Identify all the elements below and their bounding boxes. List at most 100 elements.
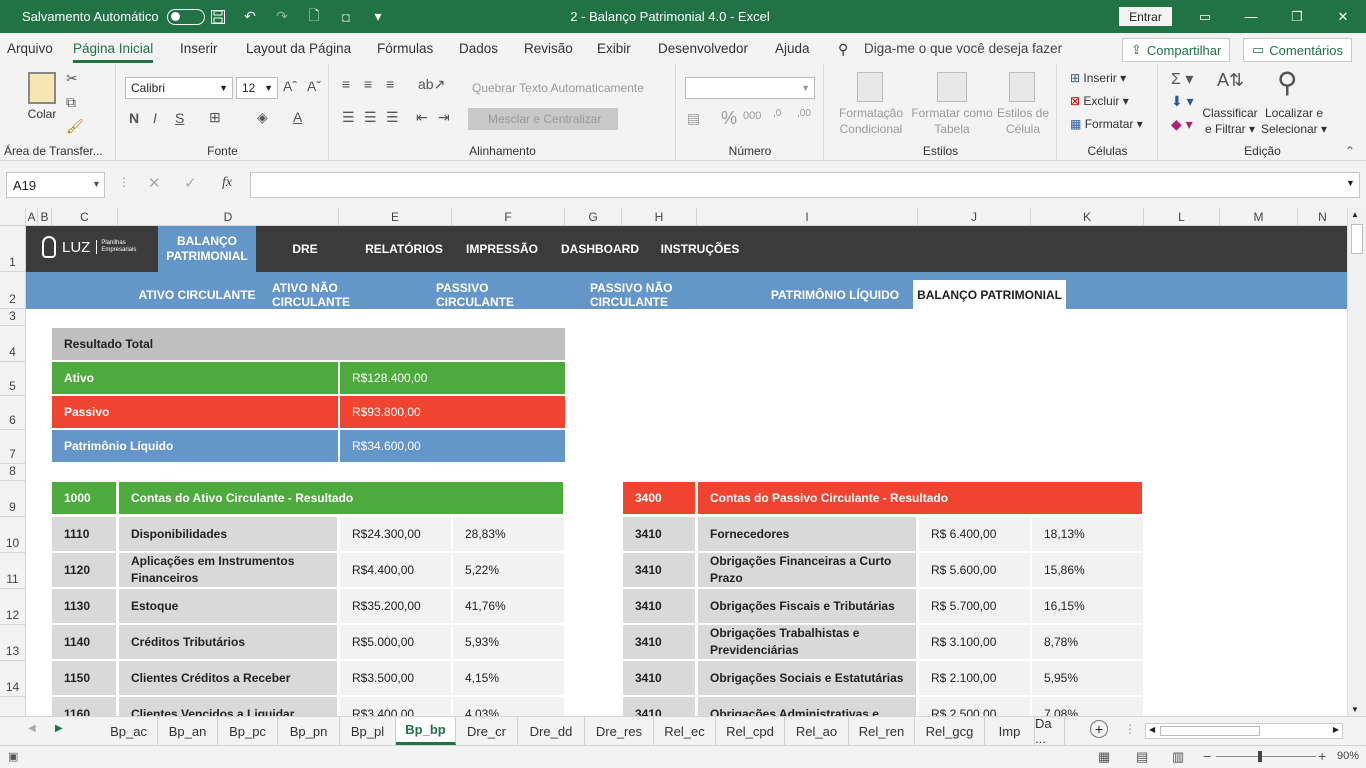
paste-button[interactable]: Colar [20, 106, 64, 122]
name-box-dropdown-icon[interactable]: ▼ [92, 179, 101, 189]
sheet-tab[interactable]: Bp_pl [340, 717, 396, 745]
delete-cells-button[interactable]: ⊠ Excluir ▾ [1070, 93, 1129, 109]
zoom-in-icon[interactable]: + [1318, 748, 1326, 764]
row-header[interactable]: 1 [0, 226, 26, 272]
align-right-icon[interactable]: ☰ [386, 109, 399, 126]
sort-filter-icon[interactable]: A⇅ [1217, 70, 1244, 91]
menu-revisao[interactable]: Revisão [524, 41, 573, 56]
paste-icon[interactable] [28, 72, 56, 104]
restore-icon[interactable]: ❐ [1274, 0, 1320, 33]
nav-impressao[interactable]: IMPRESSÃO [464, 226, 540, 272]
tab-scroll-left-icon[interactable]: ◀ [28, 723, 36, 734]
column-header[interactable]: J [918, 208, 1031, 226]
sheet-tab[interactable]: Rel_ao [785, 717, 849, 745]
decrease-decimal-icon[interactable]: ,00 [797, 108, 811, 119]
sort-filter-button[interactable]: Classificar e Filtrar ▾ [1199, 105, 1261, 137]
horizontal-scrollbar[interactable]: ◀ ▶ [1145, 723, 1343, 739]
sheet-tab[interactable]: Rel_ren [849, 717, 915, 745]
signin-button[interactable]: Entrar [1119, 7, 1172, 26]
align-middle-icon[interactable]: ≡ [364, 76, 372, 92]
subnav-passivo-circulante[interactable]: PASSIVO CIRCULANTE [436, 280, 568, 309]
percent-icon[interactable]: % [721, 108, 737, 129]
orientation-icon[interactable]: ab↗ [418, 76, 445, 93]
conditional-format-icon[interactable] [857, 72, 883, 102]
row-header[interactable]: 2 [0, 272, 26, 309]
normal-view-icon[interactable]: ▦ [1098, 749, 1110, 765]
subnav-patrimonio-liquido[interactable]: PATRIMÔNIO LÍQUIDO [768, 280, 902, 309]
subnav-ativo-nao-circulante[interactable]: ATIVO NÃO CIRCULANTE [272, 280, 418, 309]
row-header[interactable]: 5 [0, 362, 26, 396]
grow-font-icon[interactable]: Aˆ [283, 78, 297, 94]
row-header[interactable]: 8 [0, 464, 26, 481]
column-header[interactable]: N [1298, 208, 1347, 226]
menu-dados[interactable]: Dados [459, 41, 498, 56]
hscroll-thumb[interactable] [1160, 726, 1260, 736]
insert-function-icon[interactable]: fx [222, 175, 232, 191]
macro-record-icon[interactable]: ▣ [8, 750, 18, 763]
cut-icon[interactable]: ✂ [66, 70, 78, 87]
scroll-down-icon[interactable]: ▼ [1351, 705, 1359, 714]
menu-pagina-inicial[interactable]: Página Inicial [73, 41, 154, 63]
column-header[interactable]: D [118, 208, 339, 226]
font-color-icon[interactable]: A [293, 109, 302, 125]
search-icon[interactable]: ⚲ [838, 41, 848, 58]
hscroll-left-icon[interactable]: ◀ [1149, 725, 1155, 734]
vertical-scrollbar[interactable]: ▲ ▼ [1347, 208, 1366, 716]
redo-icon[interactable]: ↷ [271, 6, 293, 28]
subnav-ativo-circulante[interactable]: ATIVO CIRCULANTE [138, 280, 256, 309]
nav-relatorios[interactable]: RELATÓRIOS [364, 226, 444, 272]
zoom-slider[interactable] [1216, 756, 1316, 757]
new-file-icon[interactable]: 🗋 [303, 6, 325, 28]
italic-button[interactable]: I [153, 110, 157, 126]
close-icon[interactable]: ✕ [1320, 0, 1366, 33]
new-sheet-icon[interactable]: + [1090, 720, 1108, 738]
find-select-icon[interactable]: ⚲ [1277, 66, 1298, 99]
menu-formulas[interactable]: Fórmulas [377, 41, 433, 56]
find-select-button[interactable]: Localizar e Selecionar ▾ [1259, 105, 1329, 137]
scroll-thumb[interactable] [1351, 224, 1363, 254]
column-header[interactable]: C [52, 208, 118, 226]
conditional-format-button[interactable]: Formatação Condicional [829, 105, 913, 137]
sheet-tab[interactable]: Rel_ec [654, 717, 716, 745]
column-header[interactable]: K [1031, 208, 1144, 226]
tell-me-search[interactable]: Diga-me o que você deseja fazer [864, 41, 1062, 56]
menu-inserir[interactable]: Inserir [180, 41, 218, 56]
ribbon-display-icon[interactable]: ▭ [1182, 0, 1228, 33]
save-icon[interactable] [207, 6, 229, 28]
font-size-select[interactable]: 12 ▼ [236, 77, 278, 99]
hscroll-right-icon[interactable]: ▶ [1333, 725, 1339, 734]
minimize-icon[interactable]: — [1228, 0, 1274, 33]
share-button[interactable]: ⇪ Compartilhar [1122, 38, 1231, 62]
currency-icon[interactable]: ▤ [687, 110, 700, 127]
subnav-passivo-nao-circulante[interactable]: PASSIVO NÃO CIRCULANTE [590, 280, 748, 309]
menu-desenvolvedor[interactable]: Desenvolvedor [658, 41, 748, 56]
increase-indent-icon[interactable]: ⇥ [438, 109, 450, 126]
undo-icon[interactable]: ↶ [239, 6, 261, 28]
underline-button[interactable]: S [175, 110, 184, 126]
column-header[interactable]: I [697, 208, 918, 226]
comments-button[interactable]: ▭ Comentários [1243, 38, 1352, 62]
nav-instrucoes[interactable]: INSTRUÇÕES [660, 226, 740, 272]
subnav-balanco-patrimonial[interactable]: BALANÇO PATRIMONIAL [913, 280, 1066, 309]
fill-icon[interactable]: ⬇ ▾ [1171, 93, 1194, 110]
column-header[interactable]: A [26, 208, 38, 226]
row-header[interactable]: 7 [0, 430, 26, 464]
menu-arquivo[interactable]: Arquivo [7, 41, 53, 56]
autosave-toggle[interactable] [166, 8, 205, 25]
cell-styles-icon[interactable] [1009, 72, 1035, 102]
column-header[interactable]: G [565, 208, 622, 226]
sheet-tab[interactable]: Bp_pn [278, 717, 340, 745]
format-table-button[interactable]: Formatar como Tabela [909, 105, 995, 137]
menu-ajuda[interactable]: Ajuda [775, 41, 810, 56]
clear-icon[interactable]: ◆ ▾ [1171, 116, 1193, 133]
row-header[interactable]: 10 [0, 517, 26, 553]
merge-center-button[interactable]: Mesclar e Centralizar [468, 108, 618, 130]
zoom-out-icon[interactable]: − [1203, 748, 1211, 764]
format-table-icon[interactable] [937, 72, 967, 102]
row-header[interactable]: 11 [0, 553, 26, 589]
expand-formula-icon[interactable]: ▼ [1346, 178, 1355, 188]
sheet-tab[interactable]: Bp_an [158, 717, 218, 745]
row-header[interactable]: 6 [0, 396, 26, 430]
camera-icon[interactable]: ◘ [335, 6, 357, 28]
sheet-tab[interactable]: Dre_cr [456, 717, 518, 745]
